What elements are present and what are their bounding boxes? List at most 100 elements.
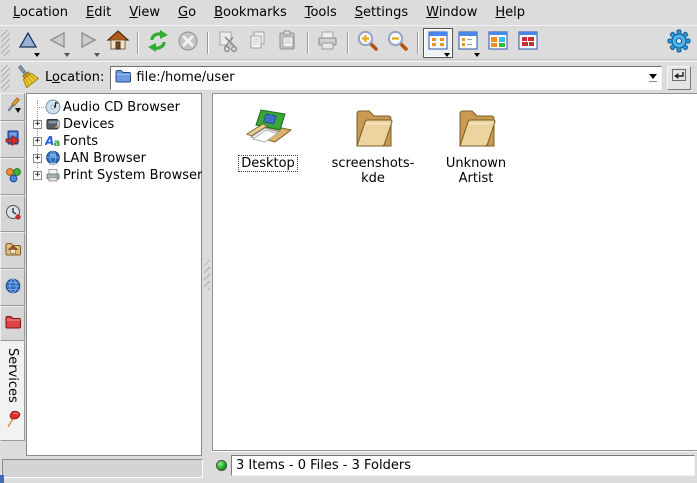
clear-location-button[interactable]	[13, 64, 41, 92]
toolbar-drag-handle[interactable]	[1, 30, 10, 56]
forward-button[interactable]	[73, 28, 103, 58]
status-led-icon	[216, 460, 227, 471]
home-button[interactable]	[103, 28, 133, 58]
zoom-in-button[interactable]	[353, 28, 383, 58]
tab-services-label: Services	[5, 348, 20, 403]
tab-services-balls[interactable]	[0, 158, 25, 195]
zoom-out-icon	[386, 29, 410, 57]
menu-tools[interactable]: Tools	[296, 2, 346, 23]
tree-item-fonts[interactable]: + A a Fonts	[27, 133, 201, 150]
expander-plus-icon[interactable]: +	[33, 120, 42, 129]
desktop-folder-icon[interactable]	[241, 100, 295, 152]
forward-dropdown-arrow-icon	[94, 53, 100, 57]
menu-bookmarks[interactable]: Bookmarks	[205, 2, 296, 23]
location-input[interactable]: file:/home/user	[110, 66, 662, 90]
go-button[interactable]	[667, 66, 691, 90]
menu-go[interactable]: Go	[169, 2, 205, 23]
tree-view-icon	[458, 31, 478, 55]
up-button[interactable]	[13, 28, 43, 58]
back-button[interactable]	[43, 28, 73, 58]
text-view-button[interactable]	[513, 28, 543, 58]
devices-icon	[45, 116, 61, 132]
audio-cd-icon	[45, 99, 61, 115]
stop-button[interactable]	[173, 28, 203, 58]
multicolumn-view-icon	[488, 31, 508, 55]
tab-root-folder[interactable]	[0, 306, 25, 341]
home-folder-icon	[4, 240, 22, 262]
stop-icon	[176, 29, 200, 57]
copy-button[interactable]	[243, 28, 273, 58]
status-text-field: 3 Items - 0 Files - 3 Folders	[231, 455, 695, 476]
kde-logo-button[interactable]	[664, 28, 694, 58]
menu-help[interactable]: Help	[486, 2, 534, 23]
tree-item-audio-cd-browser[interactable]: Audio CD Browser	[27, 99, 201, 116]
back-dropdown-arrow-icon	[64, 53, 70, 57]
services-balls-icon	[4, 166, 22, 188]
tab-bookmarks[interactable]	[0, 121, 25, 158]
print-icon	[316, 29, 340, 57]
tree-view-dropdown-arrow-icon[interactable]	[474, 53, 480, 57]
location-toolbar-drag-handle[interactable]	[1, 65, 10, 91]
tab-home-folder[interactable]	[0, 232, 25, 269]
menu-edit[interactable]: Edit	[77, 2, 120, 23]
expander-plus-icon[interactable]: +	[33, 171, 42, 180]
panel-configure-button[interactable]	[0, 93, 25, 121]
go-enter-icon	[670, 67, 688, 89]
tree-item-label[interactable]: Audio CD Browser	[63, 100, 180, 115]
zoom-in-icon	[356, 29, 380, 57]
file-label[interactable]: screenshots-kde	[327, 155, 419, 187]
menu-bar: Location Edit View Go Bookmarks Tools Se…	[0, 0, 697, 25]
folder-view[interactable]: Desktop screenshots-kde Unknown Artist	[212, 93, 697, 451]
icon-view-button[interactable]	[423, 28, 453, 58]
tree-item-print-system-browser[interactable]: + Print System Browser	[27, 167, 201, 184]
panel-splitter[interactable]	[202, 93, 212, 456]
file-item-desktop[interactable]: Desktop	[218, 100, 318, 172]
tab-history[interactable]	[0, 195, 25, 232]
zoom-out-button[interactable]	[383, 28, 413, 58]
root-folder-icon	[4, 313, 22, 335]
file-item-unknown-artist[interactable]: Unknown Artist	[426, 100, 526, 187]
bookmarks-icon	[4, 129, 22, 151]
configure-panel-icon	[4, 96, 22, 118]
lan-globe-icon	[45, 150, 61, 166]
multicolumn-view-button[interactable]	[483, 28, 513, 58]
navigation-panel-tabstrip: Services	[0, 93, 26, 455]
file-label[interactable]: Unknown Artist	[430, 155, 522, 187]
tree-item-label[interactable]: Fonts	[63, 134, 98, 149]
print-button[interactable]	[313, 28, 343, 58]
paste-icon	[276, 29, 300, 57]
toolbar-separator	[207, 32, 209, 54]
icon-view-dropdown-arrow-icon[interactable]	[444, 53, 450, 57]
tree-item-label[interactable]: Print System Browser	[63, 168, 202, 183]
tree-view-button[interactable]	[453, 28, 483, 58]
tab-network[interactable]	[0, 269, 25, 306]
reload-icon	[146, 29, 170, 57]
open-folder-icon[interactable]	[348, 100, 398, 152]
menu-location[interactable]: Location	[4, 2, 77, 23]
expander-plus-icon[interactable]: +	[33, 154, 42, 163]
cut-button[interactable]	[213, 28, 243, 58]
reload-button[interactable]	[143, 28, 173, 58]
chevron-down-icon	[649, 74, 657, 79]
tree-item-label[interactable]: Devices	[63, 117, 114, 132]
paste-button[interactable]	[273, 28, 303, 58]
splitter-grip[interactable]	[204, 258, 210, 290]
tab-services[interactable]: Services	[0, 341, 25, 441]
menu-window[interactable]: Window	[417, 2, 486, 23]
location-toolbar: Location: file:/home/user	[0, 61, 697, 93]
menu-settings[interactable]: Settings	[346, 2, 417, 23]
location-dropdown-button[interactable]	[644, 67, 661, 89]
open-folder-icon[interactable]	[451, 100, 501, 152]
up-dropdown-arrow-icon[interactable]	[34, 53, 40, 57]
expander-plus-icon[interactable]: +	[33, 137, 42, 146]
print-system-icon	[45, 167, 61, 183]
sidebar-status-area	[2, 459, 203, 478]
file-item-screenshots-kde[interactable]: screenshots-kde	[323, 100, 423, 187]
menu-view[interactable]: View	[120, 2, 169, 23]
file-label[interactable]: Desktop	[238, 155, 298, 172]
location-value[interactable]: file:/home/user	[136, 70, 644, 85]
toolbar-separator	[347, 32, 349, 54]
tree-item-devices[interactable]: + Devices	[27, 116, 201, 133]
tree-item-lan-browser[interactable]: + LAN Browser	[27, 150, 201, 167]
tree-item-label[interactable]: LAN Browser	[63, 151, 146, 166]
